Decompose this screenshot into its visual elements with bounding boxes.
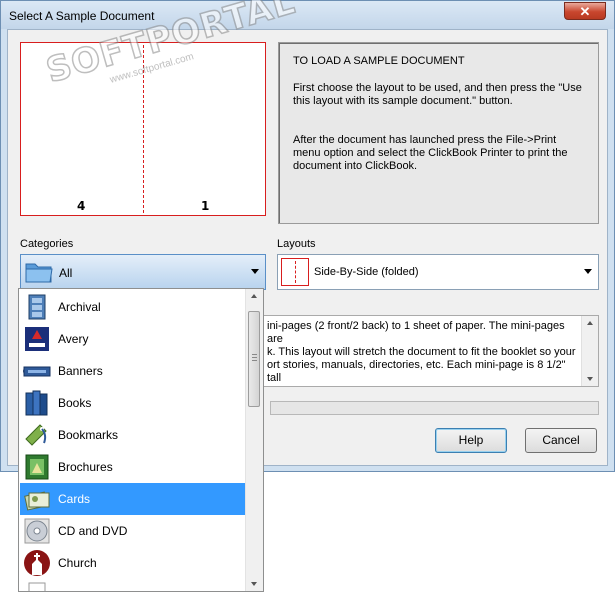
- list-item-selected[interactable]: Cards: [20, 483, 247, 515]
- document-icon: [28, 582, 46, 591]
- list-item[interactable]: Church: [20, 547, 247, 579]
- layout-preview: 4 1: [20, 42, 266, 216]
- instructions-step1: First choose the layout to be used, and …: [293, 82, 582, 107]
- description-line: ort stories, manuals, directories, etc. …: [267, 359, 566, 384]
- description-line: ini-pages (2 front/2 back) to 1 sheet of…: [267, 320, 565, 345]
- list-item[interactable]: Banners: [20, 355, 247, 387]
- chevron-down-icon: [251, 269, 259, 274]
- categories-label: Categories: [20, 238, 74, 250]
- church-icon: [24, 550, 50, 576]
- scroll-thumb[interactable]: [248, 311, 260, 407]
- list-item-label: CD and DVD: [58, 524, 128, 538]
- list-item-partial[interactable]: [20, 579, 247, 591]
- description-scrollbar[interactable]: [581, 316, 598, 386]
- books-icon: [25, 390, 48, 416]
- close-icon: ✕: [579, 4, 591, 19]
- list-item-label: Church: [58, 556, 97, 570]
- categories-dropdown[interactable]: All: [20, 254, 266, 290]
- archive-cabinet-icon: [28, 294, 46, 320]
- page-number-right: 1: [201, 199, 210, 213]
- chevron-down-icon: [584, 269, 592, 274]
- scroll-up-icon[interactable]: [251, 294, 257, 298]
- description-line: k. This layout will stretch the document…: [267, 346, 576, 358]
- categories-list[interactable]: Archival Avery Banners Books Bookmarks B…: [18, 288, 264, 592]
- brochure-icon: [25, 454, 49, 480]
- window-title: Select A Sample Document: [9, 9, 155, 23]
- cd-icon: [24, 518, 50, 544]
- instructions-heading: TO LOAD A SAMPLE DOCUMENT: [293, 55, 465, 67]
- layouts-selected-value: Side-By-Side (folded): [314, 266, 419, 278]
- banner-icon: [23, 366, 51, 377]
- bookmark-icon: [25, 424, 47, 446]
- instructions-step2: After the document has launched press th…: [293, 134, 568, 172]
- scroll-down-icon[interactable]: [587, 377, 593, 381]
- instructions-panel: TO LOAD A SAMPLE DOCUMENT First choose t…: [278, 42, 599, 224]
- title-bar[interactable]: Select A Sample Document ✕: [1, 1, 614, 29]
- cancel-button[interactable]: Cancel: [525, 428, 597, 453]
- list-item-label: Archival: [58, 300, 101, 314]
- list-item[interactable]: Archival: [20, 291, 247, 323]
- list-item[interactable]: CD and DVD: [20, 515, 247, 547]
- cards-icon: [24, 491, 50, 511]
- list-item[interactable]: Bookmarks: [20, 419, 247, 451]
- scroll-down-icon[interactable]: [251, 582, 257, 586]
- list-item[interactable]: Avery: [20, 323, 247, 355]
- close-button[interactable]: ✕: [564, 2, 606, 20]
- layouts-dropdown[interactable]: Side-By-Side (folded): [277, 254, 599, 290]
- list-item-label: Avery: [58, 332, 89, 346]
- progress-bar: [270, 401, 599, 415]
- layouts-label: Layouts: [277, 238, 316, 250]
- list-item-label: Books: [58, 396, 92, 410]
- fold-line: [143, 45, 144, 213]
- list-item[interactable]: Books: [20, 387, 247, 419]
- list-item-label: Brochures: [58, 460, 113, 474]
- list-scrollbar[interactable]: [245, 289, 263, 591]
- scroll-up-icon[interactable]: [587, 321, 593, 325]
- avery-logo-icon: [25, 327, 49, 351]
- help-button[interactable]: Help: [435, 428, 507, 453]
- layout-thumbnail-icon: [281, 258, 309, 286]
- folder-icon: [25, 263, 53, 283]
- list-item[interactable]: Brochures: [20, 451, 247, 483]
- categories-selected-value: All: [59, 266, 73, 280]
- page-number-left: 4: [77, 199, 86, 213]
- list-item-label: Banners: [58, 364, 103, 378]
- list-item-label: Cards: [58, 492, 91, 506]
- list-item-label: Bookmarks: [58, 428, 119, 442]
